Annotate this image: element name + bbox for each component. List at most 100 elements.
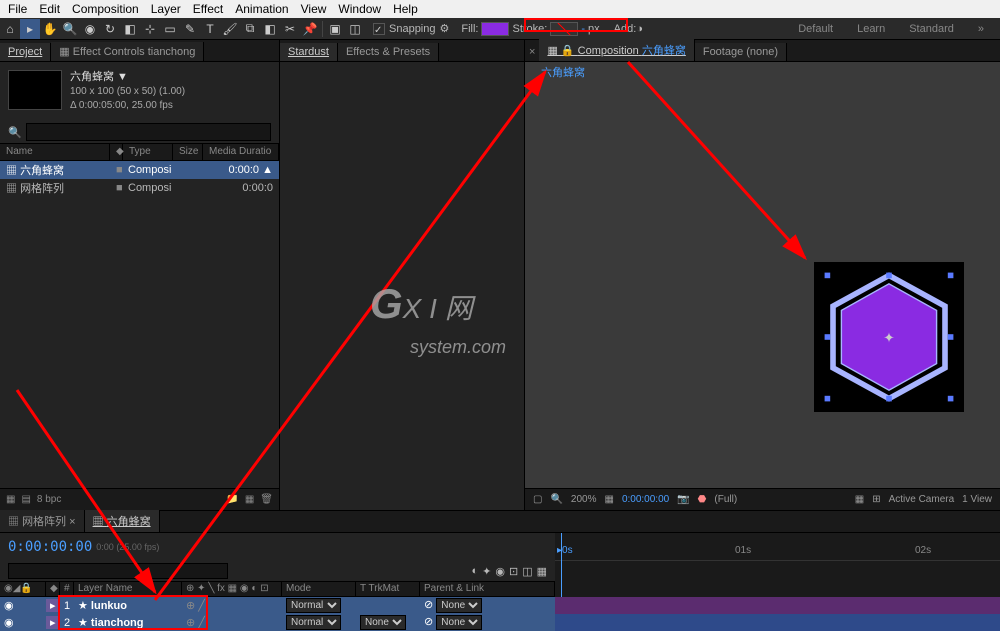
breadcrumb[interactable]: 六角蜂窝	[533, 64, 593, 82]
search-icon[interactable]: 🔍	[8, 126, 22, 139]
roto-tool-icon[interactable]: ✂	[280, 19, 300, 39]
menu-view[interactable]: View	[295, 2, 333, 16]
nview-select[interactable]: 1 View	[962, 494, 992, 505]
col-trkmat[interactable]: T TrkMat	[356, 582, 420, 596]
menu-layer[interactable]: Layer	[145, 2, 187, 16]
menu-animation[interactable]: Animation	[229, 2, 294, 16]
text-tool-icon[interactable]: T	[200, 19, 220, 39]
anchor-tool-icon[interactable]: ⊹	[140, 19, 160, 39]
tl-icon-graph[interactable]: ⊡	[509, 565, 518, 578]
mask-mode-icon[interactable]: ▣	[325, 19, 345, 39]
add-label[interactable]: Add:	[614, 23, 637, 35]
menu-composition[interactable]: Composition	[66, 2, 145, 16]
timeline-tracks[interactable]: ▸0s 01s 02s	[555, 533, 1000, 631]
col-parent[interactable]: Parent & Link	[420, 582, 555, 596]
magnify-icon[interactable]: 🔍	[550, 494, 562, 505]
blend-mode-select[interactable]: Normal	[286, 598, 341, 613]
tl-icon-shy[interactable]: ◐	[471, 565, 478, 578]
time-ruler[interactable]: ▸0s 01s 02s	[555, 533, 1000, 561]
zoom-value[interactable]: 200%	[571, 494, 597, 505]
stroke-width[interactable]: -	[581, 23, 585, 35]
bpc-icon[interactable]: ▤	[21, 494, 30, 505]
camera-select[interactable]: Active Camera	[889, 494, 955, 505]
timeline-tab[interactable]: ▦ 六角蜂窝	[85, 510, 160, 532]
view-full[interactable]: (Full)	[714, 494, 737, 505]
menu-help[interactable]: Help	[387, 2, 424, 16]
pen-tool-icon[interactable]: ✎	[180, 19, 200, 39]
workspace-standard[interactable]: Standard	[909, 23, 954, 35]
trkmat-select[interactable]: None	[360, 615, 406, 630]
trash-icon[interactable]: 🗑	[260, 494, 273, 505]
col-size[interactable]: Size	[173, 144, 203, 160]
tab-stardust[interactable]: Stardust	[280, 43, 338, 61]
menu-file[interactable]: File	[2, 2, 33, 16]
region-icon[interactable]: ▢	[533, 494, 542, 505]
col-mode[interactable]: Mode	[282, 582, 356, 596]
tl-icon-fx[interactable]: ✦	[482, 565, 491, 578]
menu-window[interactable]: Window	[332, 2, 387, 16]
resolution-icon[interactable]: ▦	[604, 494, 613, 505]
hand-tool-icon[interactable]: ✋	[40, 19, 60, 39]
snapping-checkbox[interactable]	[373, 23, 385, 35]
workspace-learn[interactable]: Learn	[857, 23, 885, 35]
shape-tool-icon[interactable]: ▭	[160, 19, 180, 39]
grid-icon[interactable]: ▦	[855, 494, 864, 505]
col-tag[interactable]: ◆	[110, 144, 123, 160]
stroke-swatch[interactable]	[550, 22, 578, 36]
project-item[interactable]: ▦ 网格阵列 ■ Composi.. 0:00:0	[0, 179, 279, 197]
tab-effect-controls[interactable]: ▦ Effect Controls tianchong	[51, 42, 204, 61]
blend-mode-select[interactable]: Normal	[286, 615, 341, 630]
col-mediaduration[interactable]: Media Duratio	[203, 144, 279, 160]
new-folder-icon[interactable]: 📁	[226, 494, 238, 505]
search-input[interactable]	[26, 123, 271, 141]
rotate-tool-icon[interactable]: ↻	[100, 19, 120, 39]
new-comp-icon[interactable]: ▦	[245, 494, 254, 505]
composition-view[interactable]: ✦	[525, 82, 1000, 488]
workspace-default[interactable]: Default	[798, 23, 833, 35]
tab-effects-presets[interactable]: Effects & Presets	[338, 43, 439, 61]
snapshot-icon[interactable]: 📷	[677, 494, 689, 505]
fill-label[interactable]: Fill:	[461, 23, 478, 35]
timeline-layer-row[interactable]: ◉ ▸ 2 ★ tianchong ⊕ ╱ Normal None ⊘ None	[0, 614, 555, 631]
tl-icon-frame[interactable]: ▦	[537, 565, 547, 578]
col-type[interactable]: Type	[123, 144, 173, 160]
add-icon[interactable]: ◑	[636, 23, 643, 35]
timeline-tab[interactable]: ▦ 网格阵列 ×	[0, 510, 85, 532]
bpc-label[interactable]: 8 bpc	[37, 494, 61, 505]
orbit-tool-icon[interactable]: ◉	[80, 19, 100, 39]
tab-composition[interactable]: ▦ 🔒 Composition 六角蜂窝	[539, 39, 694, 61]
selection-tool-icon[interactable]: ▸	[20, 19, 40, 39]
tl-icon-3d[interactable]: ◫	[522, 565, 532, 578]
tl-icon-motion[interactable]: ◉	[495, 565, 505, 578]
tab-project[interactable]: Project	[0, 43, 51, 61]
layer-track[interactable]	[555, 597, 1000, 614]
timeline-layer-row[interactable]: ◉ ▸ 1 ★ lunkuo ⊕ ╱ Normal ⊘ None	[0, 597, 555, 614]
snapping-options-icon[interactable]: ⚙	[440, 22, 450, 35]
timeline-search[interactable]	[8, 563, 228, 579]
project-item[interactable]: ▦ 六角蜂窝 ■ Composi.. 0:00:0 ▲	[0, 161, 279, 179]
puppet-tool-icon[interactable]: 📌	[300, 19, 320, 39]
home-icon[interactable]: ⌂	[0, 19, 20, 39]
camera-tool-icon[interactable]: ◧	[120, 19, 140, 39]
channel-icon[interactable]: ⬣	[698, 494, 707, 505]
menu-effect[interactable]: Effect	[187, 2, 229, 16]
brush-tool-icon[interactable]: 🖌	[220, 19, 240, 39]
guides-icon[interactable]: ⊞	[872, 494, 880, 505]
hexagon-shape[interactable]: ✦	[814, 262, 964, 412]
col-layername[interactable]: Layer Name	[74, 582, 182, 596]
col-name[interactable]: Name	[0, 144, 110, 160]
parent-select[interactable]: None	[436, 615, 482, 630]
close-tab-icon[interactable]: ×	[525, 43, 539, 61]
stroke-label[interactable]: Stroke:	[512, 23, 547, 35]
menu-edit[interactable]: Edit	[33, 2, 66, 16]
fill-swatch[interactable]	[481, 22, 509, 36]
interpret-icon[interactable]: ▦	[6, 494, 15, 505]
parent-select[interactable]: None	[436, 598, 482, 613]
workspace-more-icon[interactable]: »	[978, 23, 984, 35]
clone-tool-icon[interactable]: ⧉	[240, 19, 260, 39]
layer-track[interactable]	[555, 614, 1000, 631]
comp-timecode[interactable]: 0:00:00:00	[622, 494, 669, 505]
tab-footage[interactable]: Footage (none)	[695, 43, 787, 61]
mask-mode2-icon[interactable]: ◫	[345, 19, 365, 39]
zoom-tool-icon[interactable]: 🔍	[60, 19, 80, 39]
